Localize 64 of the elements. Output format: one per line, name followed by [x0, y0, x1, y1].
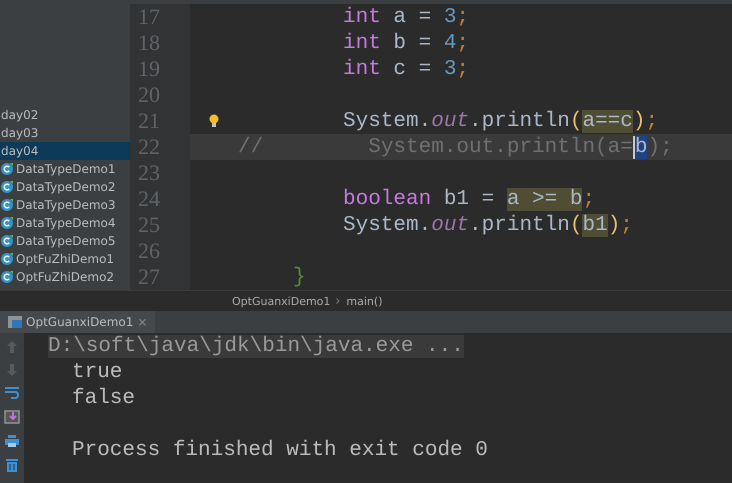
semicolon: ;	[582, 188, 596, 210]
parenthesis: (	[570, 214, 582, 236]
keyword: int	[343, 6, 381, 28]
console-output: Process finished with exit code 0	[71, 438, 488, 462]
code-text: System.	[343, 214, 432, 236]
class-icon	[1, 181, 13, 193]
tree-item[interactable]: day04	[0, 142, 130, 160]
highlighted-code: a==c	[582, 110, 633, 132]
semicolon: ;	[456, 58, 470, 80]
tree-item[interactable]: day02	[0, 106, 130, 124]
tree-item[interactable]: DataTypeDemo1	[0, 160, 130, 178]
code-text: .println	[469, 110, 570, 132]
keyword: int	[343, 58, 381, 80]
code-text: a =	[393, 6, 432, 28]
semicolon: ;	[620, 214, 633, 236]
breadcrumb[interactable]: main()	[346, 294, 382, 308]
tree-item[interactable]: DataTypeDemo3	[0, 196, 130, 214]
tree-item[interactable]: DataTypeDemo2	[0, 178, 130, 196]
code-text: .println	[469, 214, 570, 236]
console-icon	[8, 316, 22, 328]
tree-item[interactable]: DataTypeDemo4	[0, 214, 130, 232]
tree-item[interactable]: DataTypeDemo5	[0, 232, 130, 250]
number-literal: 3	[444, 6, 456, 28]
highlighted-code: b1	[582, 214, 608, 236]
breadcrumb[interactable]: OptGuanxiDemo1	[232, 294, 330, 308]
print-icon[interactable]	[5, 435, 19, 447]
class-icon	[1, 271, 13, 283]
parenthesis: (	[570, 110, 582, 132]
comment-text: );	[647, 136, 673, 158]
parenthesis: )	[608, 214, 620, 236]
code-text: c =	[393, 58, 432, 80]
parenthesis: )	[632, 110, 646, 132]
field-name: out	[431, 214, 470, 236]
tree-item[interactable]: day03	[0, 124, 130, 142]
class-icon	[1, 163, 13, 175]
field-name: out	[431, 110, 470, 132]
code-text: b1 =	[444, 188, 494, 210]
chevron-icon	[336, 298, 340, 304]
class-icon	[1, 235, 13, 247]
code-text: b =	[393, 32, 432, 54]
class-icon	[1, 199, 13, 211]
scroll-to-end-icon[interactable]	[4, 410, 20, 424]
keyword: int	[343, 32, 381, 54]
console-output: false	[71, 386, 136, 410]
class-icon	[1, 217, 13, 229]
tree-item[interactable]: OptFuZhiDemo2	[0, 268, 130, 286]
trash-icon[interactable]	[6, 458, 18, 472]
lightbulb-icon[interactable]	[209, 114, 219, 128]
highlighted-code: a >= b	[506, 188, 582, 210]
keyword: boolean	[343, 188, 432, 210]
run-tab[interactable]: OptGuanxiDemo1 ×	[0, 311, 156, 333]
class-icon	[1, 253, 13, 265]
number-literal: 3	[444, 58, 456, 80]
number-literal: 4	[444, 32, 456, 54]
semicolon: ;	[456, 6, 470, 28]
wrap-icon[interactable]	[5, 387, 19, 399]
comment-marker: //	[238, 136, 264, 158]
closing-brace: }	[293, 266, 306, 288]
semicolon: ;	[646, 110, 658, 132]
semicolon: ;	[456, 32, 470, 54]
tree-item[interactable]: OptFuZhiDemo1	[0, 250, 130, 268]
selected-code: b	[632, 136, 648, 158]
code-text: System.	[343, 110, 432, 132]
console-output: true	[71, 360, 122, 384]
